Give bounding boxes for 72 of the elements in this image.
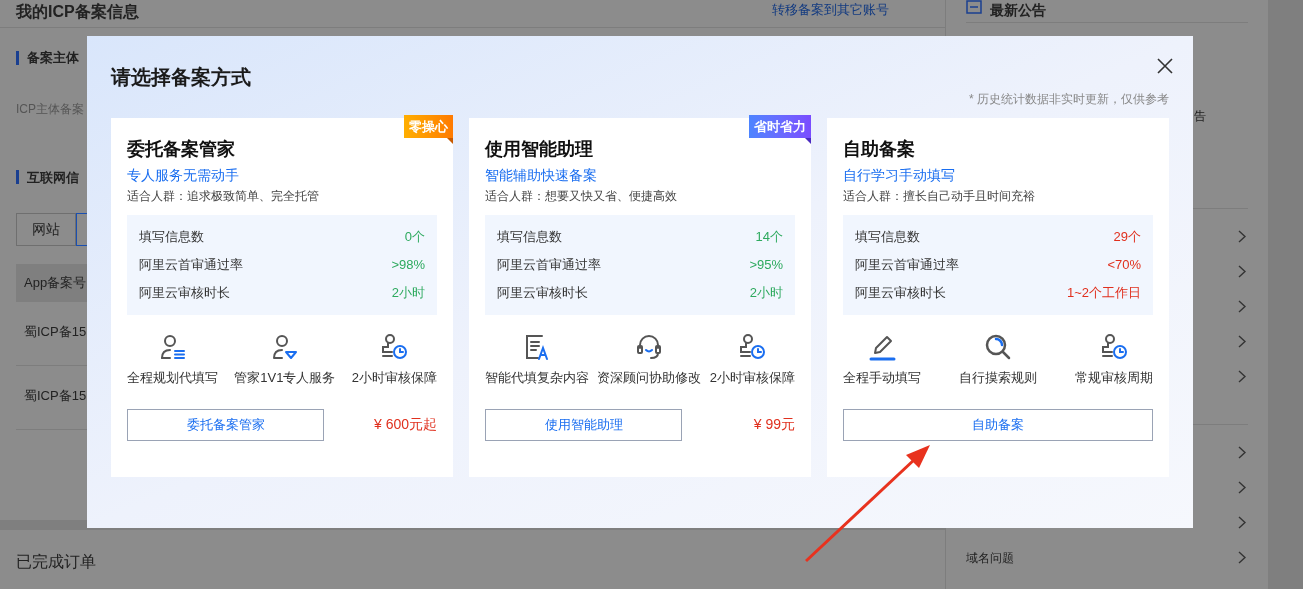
select-button[interactable]: 使用智能助理 [485, 408, 682, 441]
card-title: 自助备案 [843, 138, 916, 161]
stamp-clock-icon [1099, 332, 1129, 362]
stat-label: 填写信息数 [139, 228, 204, 247]
stat-label: 阿里云首审通过率 [855, 256, 959, 275]
stat-value: 29个 [1113, 228, 1141, 247]
feature-label: 常规审核周期 [1075, 369, 1153, 387]
card-title: 使用智能助理 [485, 138, 594, 161]
feature-label: 全程规划代填写 [127, 369, 218, 387]
chevron-right-icon[interactable] [1238, 335, 1246, 348]
audience-text: 适合人群：追求极致简单、完全托管 [127, 188, 320, 204]
card-subtitle: 自行学习手动填写 [843, 166, 956, 185]
notice-text: 告 [1194, 109, 1206, 123]
audience-text: 适合人群：擅长自己动手且时间充裕 [843, 188, 1036, 204]
stat-value: <70% [1107, 256, 1141, 275]
stat-value: 2小时 [391, 284, 425, 303]
select-button[interactable]: 委托备案管家 [127, 408, 324, 441]
stat-value: 0个 [404, 228, 425, 247]
chevron-right-icon[interactable] [1238, 446, 1246, 459]
badge: 零操心 [404, 115, 453, 138]
faq-item[interactable]: 域名问题 [966, 548, 1014, 567]
feature-label: 2小时审核保障 [709, 369, 795, 387]
table-cell-text: 蜀ICP备15 [24, 323, 87, 341]
card-subtitle: 专人服务无需动手 [127, 166, 240, 185]
stat-value: 2小时 [749, 284, 783, 303]
stamp-clock-icon [379, 332, 410, 362]
card-title: 委托备案管家 [127, 138, 236, 161]
chevron-right-icon[interactable] [1238, 481, 1246, 494]
close-icon[interactable] [1157, 58, 1173, 74]
stat-label: 填写信息数 [497, 228, 562, 247]
feature-label: 智能代填复杂内容 [485, 369, 589, 387]
search-icon [983, 332, 1013, 362]
feature-label: 全程手动填写 [843, 369, 921, 387]
section-heading: 备案主体 [27, 49, 79, 67]
audience-text: 适合人群：想要又快又省、便捷高效 [485, 188, 678, 204]
stat-value: 1~2个工作日 [1066, 284, 1141, 303]
feature-label: 2小时审核保障 [351, 369, 437, 387]
stat-value: >98% [391, 256, 425, 275]
feature-label: 资深顾问协助修改 [597, 369, 702, 387]
chevron-right-icon[interactable] [1238, 230, 1246, 243]
page-title: 我的ICP备案信息 [16, 2, 139, 22]
select-button[interactable]: 自助备案 [843, 408, 1153, 441]
stamp-clock-icon [737, 332, 768, 362]
section-title: 已完成订单 [16, 553, 96, 570]
feature-label: 管家1V1专人服务 [234, 369, 336, 387]
badge: 省时省力 [749, 115, 811, 138]
card-subtitle: 智能辅助快速备案 [485, 166, 598, 185]
notice-icon [966, 0, 982, 14]
chevron-right-icon[interactable] [1238, 370, 1246, 383]
table-cell-text: 蜀ICP备15 [24, 387, 87, 405]
section-heading: 互联网信 [27, 168, 79, 187]
stat-value: >95% [749, 256, 783, 275]
transfer-link[interactable]: 转移备案到其它账号 [772, 0, 889, 20]
chevron-right-icon[interactable] [1238, 265, 1246, 278]
chevron-right-icon[interactable] [1238, 551, 1246, 564]
stat-label: 阿里云审核时长 [855, 284, 946, 303]
stat-label: 阿里云审核时长 [497, 284, 588, 303]
stat-label: 阿里云审核时长 [139, 284, 230, 303]
stat-value: 14个 [755, 228, 783, 247]
stat-label: 阿里云首审通过率 [497, 256, 601, 275]
feature-label: 自行摸索规则 [959, 369, 1037, 387]
dialog-title: 请选择备案方式 [111, 65, 251, 90]
note-text: * 历史统计数据非实时更新，仅供参考 [969, 91, 1169, 108]
chevron-right-icon[interactable] [1238, 300, 1246, 313]
chevron-right-icon[interactable] [1238, 516, 1246, 529]
stat-label: 阿里云首审通过率 [139, 256, 243, 275]
panel-heading: 最新公告 [990, 1, 1046, 20]
tab[interactable]: 网站 [16, 213, 76, 246]
table-header: App备案号 [24, 274, 87, 293]
price: ¥ 99元 [753, 415, 795, 434]
price: ¥ 600元起 [373, 415, 437, 434]
stat-label: 填写信息数 [855, 228, 920, 247]
